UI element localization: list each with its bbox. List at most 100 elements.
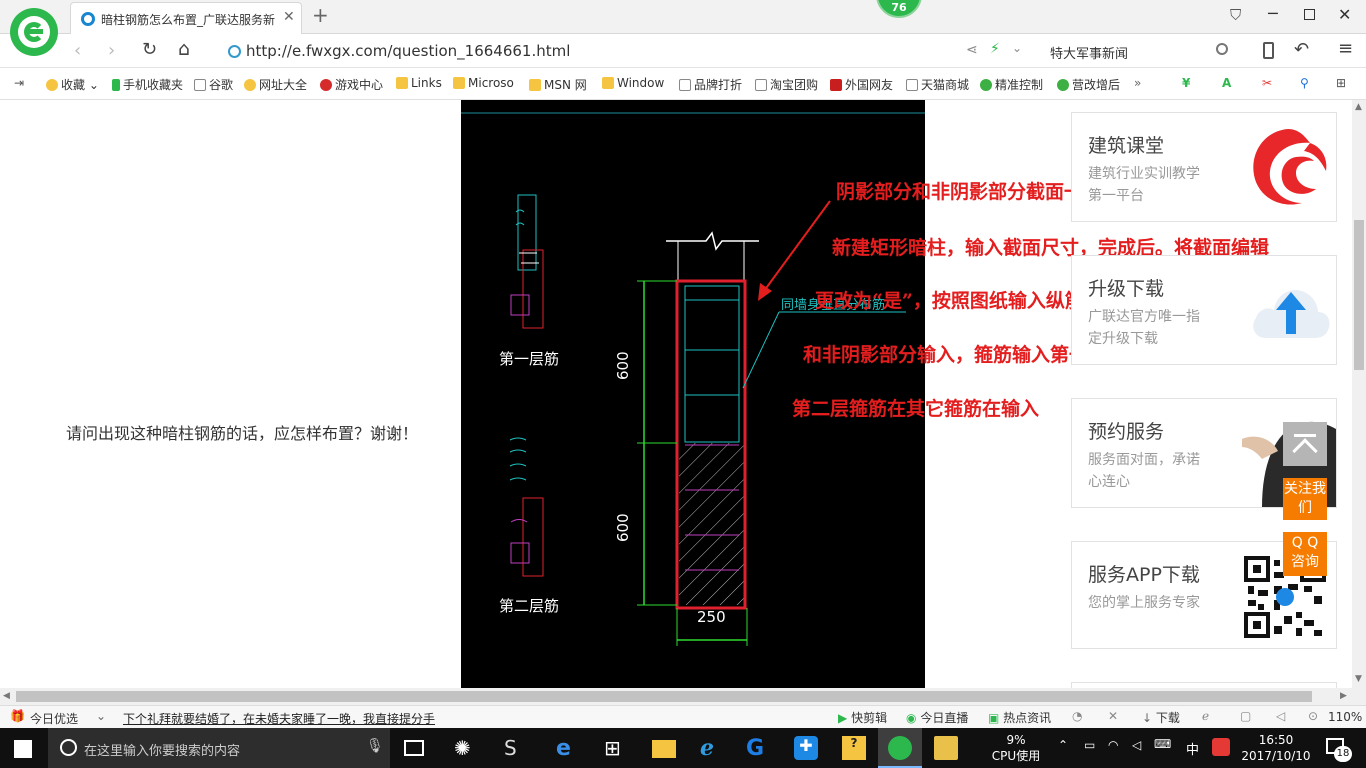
volume-icon[interactable]: ◁ [1132,738,1141,752]
menu-icon[interactable]: ≡ [1338,38,1353,59]
shirt-icon[interactable]: ⛉ [1230,6,1241,24]
bookmark-mobile[interactable]: 手机收藏夹 [112,76,183,93]
news-ticker-link[interactable]: 下个礼拜就要结婚了，在未婚夫家睡了一晚，我直接提分手 [123,710,435,727]
apps-grid-icon[interactable]: ⊞ [1336,76,1346,90]
browser-tab[interactable]: 暗柱钢筋怎么布置_广联达服务新 ✕ [70,2,302,34]
ime-indicator[interactable]: 中 [1186,739,1199,758]
back-to-top-button[interactable] [1283,422,1327,466]
bookmarks-more[interactable]: » [1134,76,1141,90]
flash-icon[interactable]: ⚡ [990,41,1000,57]
mobile-icon[interactable] [1263,42,1274,59]
clock[interactable]: 16:50 2017/10/10 [1240,732,1312,764]
app-s-icon[interactable]: Ѕ [504,736,528,760]
status-bar: 🎁 今日优选 ⌄ 下个礼拜就要结婚了，在未婚夫家睡了一晚，我直接提分手 ▶ 快剪… [0,705,1366,728]
tools-icon[interactable]: ✕ [1108,709,1118,723]
bookmark-foreign[interactable]: 外国网友 [830,76,893,93]
battery-icon[interactable]: ▭ [1084,738,1095,752]
dropdown-icon[interactable]: ⌄ [1012,41,1022,55]
live-button[interactable]: ◉ 今日直播 [906,709,968,726]
windows-start-icon[interactable] [14,740,32,758]
browser-logo[interactable] [10,8,58,56]
today-picks[interactable]: 今日优选 [30,710,78,727]
cpu-usage[interactable]: 9% CPU使用 [988,732,1044,764]
card-title: 建筑课堂 [1088,135,1165,157]
currency-icon[interactable]: ¥ [1182,76,1190,90]
share-icon[interactable]: ⋖ [966,42,978,58]
action-center-button[interactable]: 18 [1322,736,1352,762]
quick-clip-button[interactable]: ▶ 快剪辑 [838,709,887,726]
follow-us-button[interactable]: 关注我们 [1283,478,1327,520]
search-box[interactable]: 特大军事新闻 [1050,43,1128,62]
window-icon[interactable]: ▢ [1240,709,1251,723]
bookmark-tmall[interactable]: 天猫商城 [906,76,969,93]
horizontal-scrollbar[interactable]: ◀ ▶ [0,688,1366,705]
minimize-icon[interactable]: ─ [1268,4,1278,23]
file-explorer-icon[interactable] [652,740,676,758]
zoom-level[interactable]: 110% [1328,710,1362,724]
store-icon[interactable]: ⊞ [604,736,628,760]
translate-icon[interactable]: A [1222,76,1231,90]
sogou-icon[interactable] [1212,738,1230,756]
download-button[interactable]: ↓ 下载 [1142,709,1180,726]
download-icon: ↓ [1142,711,1153,725]
mute-icon[interactable]: ◁ [1276,709,1285,723]
sidebar-card-download[interactable]: 升级下载 广联达官方唯一指定升级下载 [1071,255,1337,365]
tray-expand-icon[interactable]: ⌃ [1058,738,1068,752]
home-icon[interactable]: ⌂ [178,38,190,60]
speed-icon[interactable]: ◔ [1072,709,1082,723]
bookmark-microsoft[interactable]: Microso [453,76,514,90]
scissors-icon[interactable]: ✂ [1262,76,1272,90]
qq-consult-button[interactable]: Q Q 咨询 [1283,532,1327,576]
glodon-app-icon[interactable]: G [746,736,770,761]
zoom-icon[interactable]: ⊙ [1308,709,1318,723]
bookmark-taobao[interactable]: 淘宝团购 [755,76,818,93]
active-browser-task[interactable] [878,728,922,768]
bookmark-links[interactable]: Links [396,76,442,90]
search-tool-icon[interactable]: ⚲ [1300,76,1309,90]
new-tab-button[interactable]: + [312,3,329,27]
close-tab-icon[interactable]: ✕ [283,9,295,25]
bookmark-games[interactable]: 游戏中心 [320,76,383,93]
bookmark-windows[interactable]: Window [602,76,664,90]
hot-news-button[interactable]: ▣ 热点资讯 [988,709,1051,726]
scroll-left-icon[interactable]: ◀ [3,691,10,701]
sidebar-toggle-icon[interactable]: ⇥ [14,76,24,90]
taskbar-search[interactable]: 在这里输入你要搜索的内容 🎙 [48,728,390,768]
sidebar-card-classroom[interactable]: 建筑课堂 建筑行业实训教学第一平台 [1071,112,1337,222]
bookmark-vat[interactable]: 营改增后 [1057,76,1120,93]
scroll-down-icon[interactable]: ▼ [1355,674,1362,684]
edge-icon[interactable]: e [556,736,580,761]
forward-icon[interactable]: › [108,40,115,61]
scroll-thumb[interactable] [1354,220,1364,370]
refresh-icon[interactable]: ↻ [142,39,157,60]
ie-mode-icon[interactable]: ℯ [1202,709,1209,723]
back-icon[interactable]: ‹ [74,40,81,61]
bookmark-msn[interactable]: MSN 网 [529,76,587,93]
bookmark-brand[interactable]: 品牌打折 [679,76,742,93]
microphone-icon[interactable]: 🎙 [366,738,384,754]
notification-badge[interactable]: 76 [876,0,922,18]
bookmark-google[interactable]: 谷歌 [194,76,233,93]
ie-icon[interactable]: ℯ [700,736,724,761]
close-window-icon[interactable]: ✕ [1338,5,1351,24]
help-app-icon[interactable]: ? [842,736,866,760]
task-view-icon[interactable] [404,740,424,756]
search-icon[interactable] [1216,43,1228,55]
hscroll-thumb[interactable] [16,691,1312,702]
card-title: 预约服务 [1088,421,1165,443]
wifi-icon[interactable]: ◠ [1108,738,1118,752]
vertical-scrollbar[interactable]: ▲ ▼ [1352,100,1366,688]
undo-icon[interactable]: ↶ [1294,39,1309,60]
scroll-right-icon[interactable]: ▶ [1340,691,1347,701]
bookmark-favorites[interactable]: 收藏 ⌄ [46,76,99,93]
restore-icon[interactable] [1304,9,1315,20]
bookmark-hao[interactable]: 网址大全 [244,76,307,93]
bookmark-precise[interactable]: 精准控制 [980,76,1043,93]
scroll-up-icon[interactable]: ▲ [1355,102,1362,112]
keyboard-icon[interactable]: ⌨ [1154,737,1171,751]
url-field[interactable]: http://e.fwxgx.com/question_1664661.html [246,42,570,60]
teamviewer-icon[interactable]: ✚ [794,736,818,760]
fan-app-icon[interactable]: ✺ [454,736,478,760]
notes-app-icon[interactable] [934,736,958,760]
chevron-down-icon[interactable]: ⌄ [96,709,106,723]
